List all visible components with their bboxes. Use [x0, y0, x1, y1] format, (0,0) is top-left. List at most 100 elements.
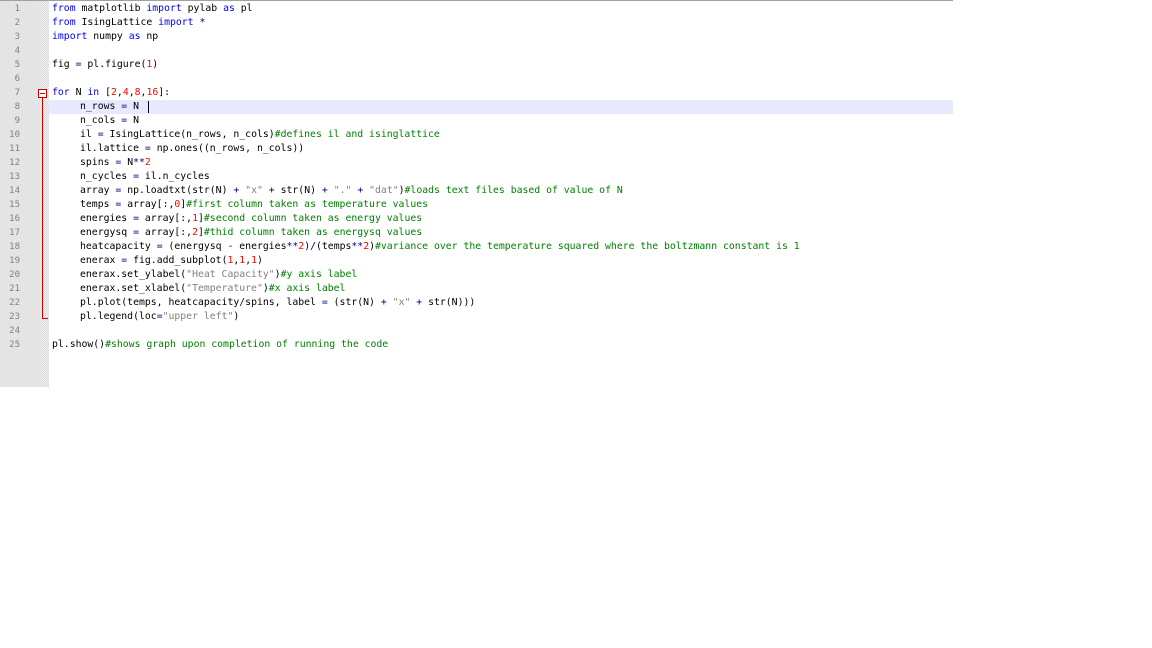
line-number: 16: [9, 214, 20, 224]
code-token: ): [233, 311, 240, 322]
code-token: from: [52, 17, 76, 28]
code-token: #thid column taken as energysq values: [203, 227, 423, 238]
code-line[interactable]: 22 pl.plot(temps, heatcapacity/spins, lab…: [0, 296, 953, 310]
code-line[interactable]: 6: [0, 72, 953, 86]
line-number: 25: [9, 340, 20, 350]
line-number: 7: [14, 88, 20, 98]
code-token: il: [80, 129, 98, 140]
code-text[interactable]: temps = array[:,0]#first column taken as…: [80, 198, 428, 212]
code-line[interactable]: 13 n_cycles = il.n_cycles: [0, 170, 953, 184]
code-token: #variance over the temperature squared w…: [375, 241, 800, 252]
fold-range-line: [42, 98, 43, 319]
line-number: 19: [9, 256, 20, 266]
code-token: heatcapacity: [80, 241, 157, 252]
code-line[interactable]: 2 from IsingLattice import *: [0, 16, 953, 30]
code-token: energysq: [80, 227, 134, 238]
line-number: 21: [9, 284, 20, 294]
code-token: numpy: [87, 31, 129, 42]
code-line[interactable]: 15 temps = array[:,0]#first column taken …: [0, 198, 953, 212]
code-line[interactable]: 12 spins = N**2: [0, 156, 953, 170]
code-text[interactable]: enerax = fig.add_subplot(1,1,1): [80, 254, 263, 268]
code-text[interactable]: from matplotlib import pylab as pl: [52, 2, 253, 16]
code-line[interactable]: 8 n_rows = N: [0, 100, 953, 114]
code-token: as: [128, 31, 141, 42]
line-number: 2: [14, 18, 20, 28]
line-number: 9: [14, 116, 20, 126]
line-number: 11: [9, 144, 20, 154]
code-line[interactable]: 24: [0, 324, 953, 338]
code-line[interactable]: 4: [0, 44, 953, 58]
code-line[interactable]: 23 pl.legend(loc="upper left"): [0, 310, 953, 324]
code-token: temps: [80, 199, 116, 210]
code-line[interactable]: 18 heatcapacity = (energysq - energies**2…: [0, 240, 953, 254]
fold-collapse-icon[interactable]: [38, 89, 47, 98]
code-text[interactable]: enerax.set_xlabel("Temperature")#x axis …: [80, 282, 345, 296]
code-line[interactable]: 11 il.lattice = np.ones((n_rows, n_cols)): [0, 142, 953, 156]
code-token: from: [52, 3, 76, 14]
code-token: ]:: [158, 87, 171, 98]
code-line[interactable]: 5 fig = pl.figure(1): [0, 58, 953, 72]
code-text[interactable]: import numpy as np: [52, 30, 158, 44]
code-line[interactable]: 21 enerax.set_xlabel("Temperature")#x axi…: [0, 282, 953, 296]
code-token: [: [99, 87, 111, 98]
code-text[interactable]: n_cycles = il.n_cycles: [80, 170, 210, 184]
code-line[interactable]: 20 enerax.set_ylabel("Heat Capacity")#y a…: [0, 268, 953, 282]
code-text[interactable]: energysq = array[:,2]#thid column taken …: [80, 226, 422, 240]
line-number: 5: [14, 60, 20, 70]
code-token: import: [52, 31, 88, 42]
line-number: 12: [9, 158, 20, 168]
code-line[interactable]: 7 for N in [2,4,8,16]:: [0, 86, 953, 100]
code-token: N: [69, 87, 88, 98]
code-token: #y axis label: [280, 269, 358, 280]
code-text[interactable]: pl.plot(temps, heatcapacity/spins, label…: [80, 296, 475, 310]
code-line[interactable]: 14 array = np.loadtxt(str(N) + "x" + str(…: [0, 184, 953, 198]
code-text[interactable]: pl.show()#shows graph upon completion of…: [52, 338, 388, 352]
text-caret: [148, 101, 149, 113]
code-token: n_rows: [80, 101, 122, 112]
code-line[interactable]: 17 energysq = array[:,2]#thid column take…: [0, 226, 953, 240]
code-text[interactable]: heatcapacity = (energysq - energies**2)/…: [80, 240, 800, 254]
code-token: import: [146, 3, 182, 14]
code-line[interactable]: 9 n_cols = N: [0, 114, 953, 128]
code-text[interactable]: n_cols = N: [80, 114, 139, 128]
line-number: 15: [9, 200, 20, 210]
code-line[interactable]: 16 energies = array[:,1]#second column ta…: [0, 212, 953, 226]
code-line[interactable]: 25 pl.show()#shows graph upon completion …: [0, 338, 953, 352]
line-number: 8: [14, 102, 20, 112]
code-token: *: [193, 17, 206, 28]
code-token: IsingLattice: [75, 17, 159, 28]
current-line-highlight: [49, 100, 953, 114]
code-token: (str(N): [327, 297, 381, 308]
code-text[interactable]: from IsingLattice import *: [52, 16, 205, 30]
code-text[interactable]: n_rows = N: [80, 100, 139, 114]
code-text[interactable]: spins = N**2: [80, 156, 151, 170]
code-token: str(N): [274, 185, 322, 196]
line-number: 20: [9, 270, 20, 280]
code-text[interactable]: fig = pl.figure(1): [52, 58, 158, 72]
code-token: #x axis label: [268, 283, 346, 294]
code-text[interactable]: pl.legend(loc="upper left"): [80, 310, 239, 324]
code-text[interactable]: array = np.loadtxt(str(N) + "x" + str(N)…: [80, 184, 623, 198]
code-line[interactable]: 3 import numpy as np: [0, 30, 953, 44]
code-token: ): [152, 59, 159, 70]
code-token: fig.add_subplot(: [127, 255, 228, 266]
code-line[interactable]: 10 il = IsingLattice(n_rows, n_cols)#defi…: [0, 128, 953, 142]
code-token: fig: [52, 59, 76, 70]
line-number: 13: [9, 172, 20, 182]
code-text[interactable]: il = IsingLattice(n_rows, n_cols)#define…: [80, 128, 440, 142]
code-text[interactable]: enerax.set_ylabel("Heat Capacity")#y axi…: [80, 268, 357, 282]
code-text[interactable]: il.lattice = np.ones((n_rows, n_cols)): [80, 142, 304, 156]
line-number: 1: [14, 4, 20, 14]
code-token: energies: [233, 241, 287, 252]
code-token: pl.legend(loc: [80, 311, 157, 322]
code-token: 16: [146, 87, 159, 98]
code-token: "Heat Capacity": [186, 269, 275, 280]
code-token: in: [87, 87, 100, 98]
code-editor[interactable]: 1 from matplotlib import pylab as pl 2 from…: [0, 0, 953, 387]
code-token: enerax.set_ylabel(: [80, 269, 187, 280]
code-text[interactable]: energies = array[:,1]#second column take…: [80, 212, 422, 226]
code-line[interactable]: 1 from matplotlib import pylab as pl: [0, 2, 953, 16]
code-token: #first column taken as temperature value…: [186, 199, 429, 210]
code-line[interactable]: 19 enerax = fig.add_subplot(1,1,1): [0, 254, 953, 268]
code-text[interactable]: for N in [2,4,8,16]:: [52, 86, 170, 100]
